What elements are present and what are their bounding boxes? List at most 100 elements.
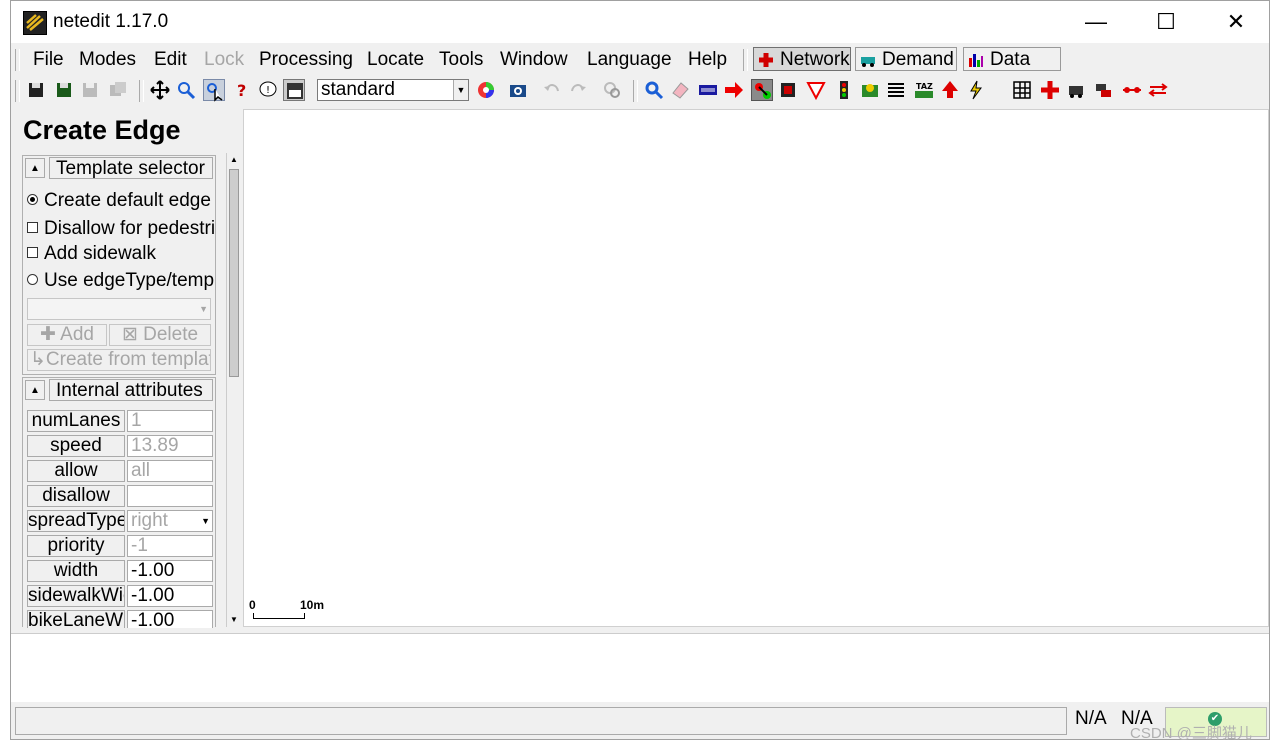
create-default-edge-radio[interactable]: Create default edge: [27, 190, 215, 212]
netedit-logo-icon: [23, 11, 47, 35]
attr-value-spreadtype[interactable]: right ▼: [127, 510, 213, 532]
inspect-mode-icon[interactable]: [643, 79, 665, 101]
network-mode-button[interactable]: Network: [753, 47, 851, 71]
attr-name-disallow[interactable]: disallow: [27, 485, 125, 507]
title-bar[interactable]: netedit 1.17.0 — ☐ ✕: [11, 1, 1269, 43]
attr-value-speed[interactable]: 13.89: [127, 435, 213, 457]
menu-locate[interactable]: Locate: [367, 49, 424, 71]
menu-toggle-icon[interactable]: [283, 79, 305, 101]
save-as-disabled-icon[interactable]: [107, 79, 129, 101]
attr-value-bikelanewidth[interactable]: -1.00: [127, 610, 213, 628]
attr-name-allow[interactable]: allow: [27, 460, 125, 482]
data-mode-button[interactable]: Data: [963, 47, 1061, 71]
attr-value-priority[interactable]: -1: [127, 535, 213, 557]
menu-grip[interactable]: [15, 49, 20, 71]
data-icon: [968, 51, 984, 67]
scrollbar-thumb[interactable]: [229, 169, 239, 377]
toolbar-grip-2[interactable]: [139, 80, 144, 102]
color-wheel-icon[interactable]: [475, 79, 497, 101]
delete-mode-icon[interactable]: [669, 79, 691, 101]
prohibition-mode-icon[interactable]: [805, 79, 827, 101]
network-canvas[interactable]: 0 10m: [243, 109, 1269, 627]
junction-shape-icon[interactable]: [1039, 79, 1061, 101]
move-mode-icon[interactable]: [723, 79, 745, 101]
redo-icon[interactable]: [567, 79, 589, 101]
menu-file[interactable]: File: [33, 49, 64, 71]
view-scheme-select[interactable]: standard ▼: [317, 79, 469, 101]
grid-toggle-icon[interactable]: [1011, 79, 1033, 101]
computing-icon[interactable]: [601, 79, 623, 101]
modes-grip[interactable]: [743, 49, 748, 71]
attr-value-numlanes[interactable]: 1: [127, 410, 213, 432]
create-edge-mode-icon[interactable]: [751, 79, 773, 101]
add-template-button[interactable]: ✚ Add: [27, 324, 107, 346]
attr-name-spreadtype[interactable]: spreadType: [27, 510, 125, 532]
save-network-icon[interactable]: [25, 79, 47, 101]
attr-name-bikelanewidth[interactable]: bikeLaneWidth: [27, 610, 125, 628]
additional-mode-icon[interactable]: [859, 79, 881, 101]
inspect-icon[interactable]: ?: [231, 79, 253, 101]
shape-mode-icon[interactable]: [939, 79, 961, 101]
delete-template-button[interactable]: ⊠ Delete: [109, 324, 211, 346]
menu-tools[interactable]: Tools: [439, 49, 483, 71]
wire-mode-icon[interactable]: [965, 79, 987, 101]
collapse-template-selector-button[interactable]: ▲: [25, 158, 45, 178]
attr-name-sidewalkwidth[interactable]: sidewalkWidth: [27, 585, 125, 607]
menu-edit[interactable]: Edit: [154, 49, 187, 71]
menu-help[interactable]: Help: [688, 49, 727, 71]
toolbar-grip-3[interactable]: [633, 80, 638, 102]
menu-processing[interactable]: Processing: [259, 49, 353, 71]
save-all-icon[interactable]: [53, 79, 75, 101]
netedit-window: netedit 1.17.0 — ☐ ✕ File Modes Edit Loc…: [10, 0, 1270, 740]
close-button[interactable]: ✕: [1201, 1, 1271, 43]
attr-value-width[interactable]: -1.00: [127, 560, 213, 582]
template-dropdown[interactable]: ▼: [27, 298, 211, 320]
connection-mode-icon[interactable]: [777, 79, 799, 101]
move-icon[interactable]: [149, 79, 171, 101]
save-disabled-icon[interactable]: [79, 79, 101, 101]
auto-select-junctions-icon[interactable]: [1121, 79, 1143, 101]
template-selector-title: Template selector: [49, 157, 213, 179]
tooltip-icon[interactable]: !: [257, 79, 279, 101]
attr-value-disallow[interactable]: [127, 485, 213, 507]
attr-value-sidewalkwidth[interactable]: -1.00: [127, 585, 213, 607]
scroll-up-icon[interactable]: ▲: [227, 153, 241, 167]
attr-name-priority[interactable]: priority: [27, 535, 125, 557]
radio-unchecked-icon: [27, 274, 38, 285]
menu-lock[interactable]: Lock: [204, 49, 244, 71]
sidebar-scrollbar[interactable]: ▲ ▼: [226, 153, 242, 627]
merge-vehicles-icon[interactable]: [1093, 79, 1115, 101]
disallow-pedestrians-label: Disallow for pedestrians: [44, 218, 215, 239]
select-icon[interactable]: [203, 79, 225, 102]
chevron-down-icon[interactable]: ▼: [453, 80, 468, 100]
message-area[interactable]: [11, 633, 1269, 702]
maximize-button[interactable]: ☐: [1131, 1, 1201, 43]
select-mode-icon[interactable]: [697, 79, 719, 101]
taz-mode-icon[interactable]: TAZ: [913, 79, 935, 101]
use-template-radio[interactable]: Use edgeType/template: [27, 270, 215, 292]
add-sidewalk-checkbox[interactable]: Add sidewalk: [27, 243, 215, 265]
bidirectional-icon[interactable]: [1147, 79, 1169, 101]
demand-mode-button[interactable]: Demand: [855, 47, 957, 71]
scroll-down-icon[interactable]: ▼: [227, 613, 241, 627]
crossing-mode-icon[interactable]: [885, 79, 907, 101]
demand-mode-label: Demand: [882, 49, 954, 70]
toolbar-grip[interactable]: [15, 80, 20, 102]
attr-name-speed[interactable]: speed: [27, 435, 125, 457]
screenshot-icon[interactable]: [507, 79, 529, 101]
minimize-button[interactable]: —: [1061, 1, 1131, 43]
traffic-light-mode-icon[interactable]: [833, 79, 855, 101]
collapse-internal-attributes-button[interactable]: ▲: [25, 380, 45, 400]
menu-window[interactable]: Window: [500, 49, 568, 71]
undo-icon[interactable]: [541, 79, 563, 101]
vehicle-spread-icon[interactable]: [1065, 79, 1087, 101]
attr-value-allow[interactable]: all: [127, 460, 213, 482]
zoom-icon[interactable]: [175, 79, 197, 101]
menu-language[interactable]: Language: [587, 49, 672, 71]
disallow-pedestrians-checkbox[interactable]: Disallow for pedestrians: [27, 218, 215, 240]
attr-name-numlanes[interactable]: numLanes: [27, 410, 125, 432]
create-from-template-button[interactable]: ↳Create from template: [27, 349, 211, 371]
menu-modes[interactable]: Modes: [79, 49, 136, 71]
chevron-down-icon[interactable]: ▼: [201, 511, 210, 531]
attr-name-width[interactable]: width: [27, 560, 125, 582]
